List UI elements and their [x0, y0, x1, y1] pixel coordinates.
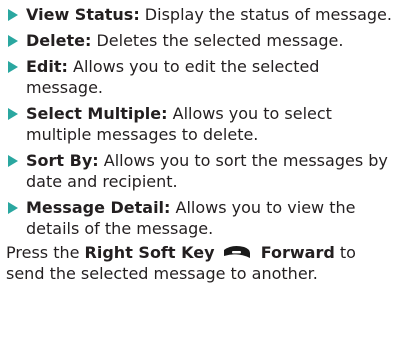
bullet-arrow-icon [8, 9, 18, 21]
item-description: Allows you to edit the selected message. [26, 57, 320, 97]
list-item-select-multiple: Select Multiple: Allows you to select mu… [6, 103, 395, 145]
bullet-arrow-icon [8, 155, 18, 167]
bullet-arrow-icon [8, 202, 18, 214]
option-list: View Status: Display the status of messa… [6, 4, 395, 239]
list-item-edit: Edit: Allows you to edit the selected me… [6, 56, 395, 98]
item-description: Deletes the selected message. [91, 31, 344, 50]
item-term: Delete: [26, 31, 92, 50]
bullet-arrow-icon [8, 61, 18, 73]
item-term: Message Detail: [26, 198, 171, 217]
action-name: Forward [260, 243, 335, 262]
list-item-sort-by: Sort By: Allows you to sort the messages… [6, 150, 395, 192]
bullet-arrow-icon [8, 108, 18, 120]
bullet-arrow-icon [8, 35, 18, 47]
right-soft-key-icon [222, 244, 252, 260]
instruction-paragraph: Press the Right Soft Key Forward to send… [6, 242, 395, 284]
manual-page: View Status: Display the status of messa… [0, 0, 401, 344]
instruction-prefix: Press the [6, 243, 85, 262]
list-item-delete: Delete: Deletes the selected message. [6, 30, 395, 51]
key-name: Right Soft Key [84, 243, 215, 262]
item-term: Edit: [26, 57, 68, 76]
item-description: Display the status of message. [139, 5, 392, 24]
list-item-message-detail: Message Detail: Allows you to view the d… [6, 197, 395, 239]
list-item-view-status: View Status: Display the status of messa… [6, 4, 395, 25]
item-term: View Status: [26, 5, 140, 24]
item-term: Sort By: [26, 151, 99, 170]
item-term: Select Multiple: [26, 104, 168, 123]
